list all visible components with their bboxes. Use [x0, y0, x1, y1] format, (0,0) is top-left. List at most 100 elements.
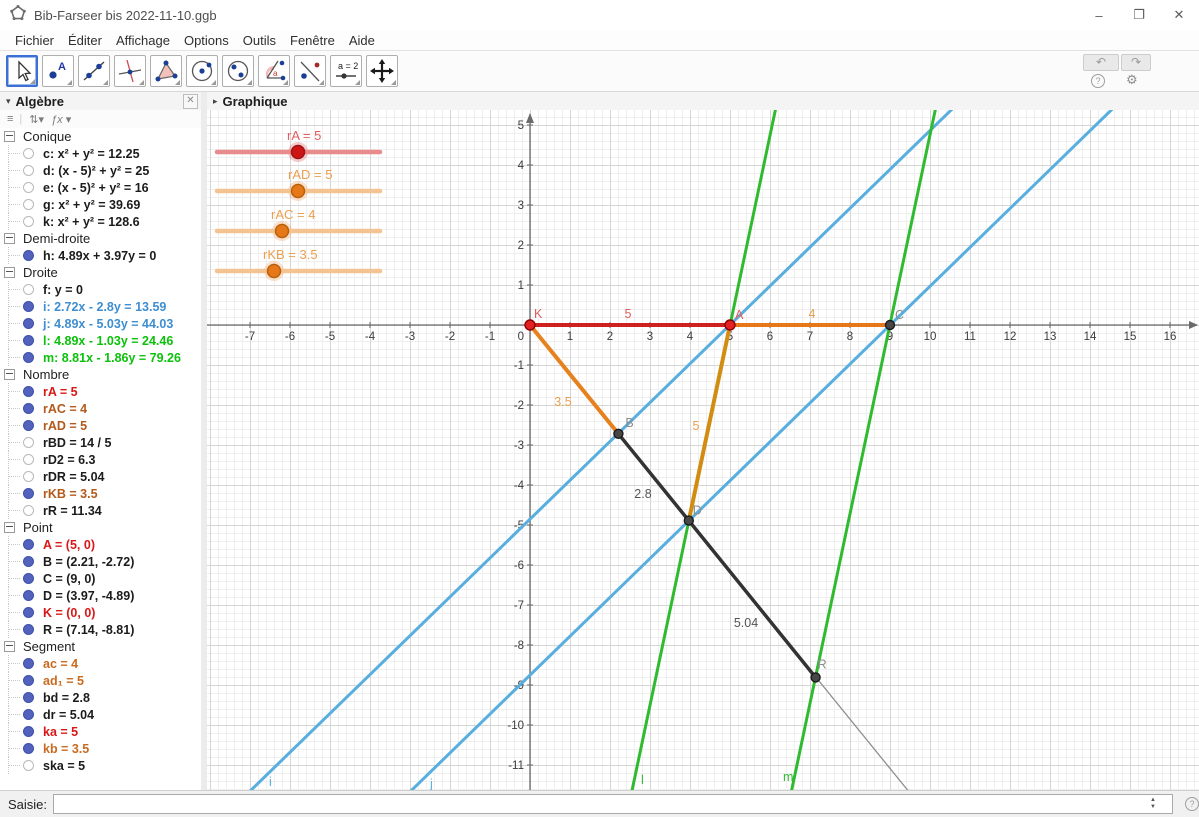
- input-help-icon[interactable]: ?: [1185, 797, 1199, 811]
- visibility-marble[interactable]: [23, 539, 34, 550]
- tool-dropdown-icon[interactable]: [391, 80, 396, 85]
- close-algebra-icon[interactable]: ✕: [183, 94, 198, 109]
- visibility-marble[interactable]: [23, 624, 34, 635]
- visibility-marble[interactable]: [23, 760, 34, 771]
- collapse-section-icon[interactable]: [4, 233, 15, 244]
- menu-fenêtre[interactable]: Fenêtre: [283, 33, 342, 48]
- algebra-item[interactable]: B = (2.21, -2.72): [0, 553, 201, 570]
- help-icon[interactable]: ?: [1091, 74, 1105, 88]
- algebra-item[interactable]: h: 4.89x + 3.97y = 0: [0, 247, 201, 264]
- move-tool[interactable]: [6, 55, 38, 87]
- algebra-item[interactable]: rR = 11.34: [0, 502, 201, 519]
- algebra-item[interactable]: f: y = 0: [0, 281, 201, 298]
- algebra-section-segment[interactable]: Segment: [0, 638, 201, 655]
- visibility-marble[interactable]: [23, 148, 34, 159]
- polygon-tool[interactable]: [150, 55, 182, 87]
- fx-icon[interactable]: ƒx ▾: [51, 113, 71, 126]
- algebra-item[interactable]: e: (x - 5)² + y² = 16: [0, 179, 201, 196]
- move-graphics-tool[interactable]: [366, 55, 398, 87]
- algebra-item[interactable]: C = (9, 0): [0, 570, 201, 587]
- algebra-item[interactable]: ad₁ = 5: [0, 672, 201, 689]
- visibility-marble[interactable]: [23, 335, 34, 346]
- visibility-marble[interactable]: [23, 556, 34, 567]
- visibility-marble[interactable]: [23, 386, 34, 397]
- visibility-marble[interactable]: [23, 216, 34, 227]
- visibility-marble[interactable]: [23, 726, 34, 737]
- visibility-marble[interactable]: [23, 301, 34, 312]
- slider-handle[interactable]: [266, 263, 282, 279]
- algebra-item[interactable]: rAD = 5: [0, 417, 201, 434]
- tool-dropdown-icon[interactable]: [139, 80, 144, 85]
- algebra-item[interactable]: rA = 5: [0, 383, 201, 400]
- algebra-item[interactable]: rD2 = 6.3: [0, 451, 201, 468]
- tool-dropdown-icon[interactable]: [319, 80, 324, 85]
- input-stepper[interactable]: ▲ ▼: [1147, 796, 1159, 812]
- algebra-item[interactable]: m: 8.81x - 1.86y = 79.26: [0, 349, 201, 366]
- command-input[interactable]: [53, 794, 1174, 814]
- minimize-button[interactable]: –: [1079, 0, 1119, 30]
- slider-handle[interactable]: [290, 183, 306, 199]
- point-C[interactable]: [884, 319, 896, 331]
- algebra-section-droite[interactable]: Droite: [0, 264, 201, 281]
- visibility-marble[interactable]: [23, 250, 34, 261]
- undo-button[interactable]: ↶: [1083, 54, 1119, 71]
- visibility-marble[interactable]: [23, 403, 34, 414]
- algebra-item[interactable]: ac = 4: [0, 655, 201, 672]
- visibility-marble[interactable]: [23, 505, 34, 516]
- collapse-section-icon[interactable]: [4, 267, 15, 278]
- algebra-item[interactable]: ka = 5: [0, 723, 201, 740]
- graphics-canvas[interactable]: -7 -6 -5 -4 -3 -2 -1 1 2 3 4 5 6 7 8 9 10 11 12 13 14 15 16 -11…: [207, 110, 1199, 790]
- collapse-section-icon[interactable]: [4, 369, 15, 380]
- visibility-marble[interactable]: [23, 573, 34, 584]
- algebra-section-nombre[interactable]: Nombre: [0, 366, 201, 383]
- close-button[interactable]: ✕: [1159, 0, 1199, 30]
- menu-options[interactable]: Options: [177, 33, 236, 48]
- algebra-item[interactable]: i: 2.72x - 2.8y = 13.59: [0, 298, 201, 315]
- point-A[interactable]: [724, 319, 736, 331]
- algebra-section-point[interactable]: Point: [0, 519, 201, 536]
- visibility-marble[interactable]: [23, 420, 34, 431]
- algebra-item[interactable]: ska = 5: [0, 757, 201, 774]
- graph-svg[interactable]: -7 -6 -5 -4 -3 -2 -1 1 2 3 4 5 6 7 8 9 10 11 12 13 14 15 16-11…: [207, 110, 1199, 790]
- algebra-section-demi-droite[interactable]: Demi-droite: [0, 230, 201, 247]
- tool-dropdown-icon[interactable]: [283, 80, 288, 85]
- collapse-graphics-icon[interactable]: ▸: [213, 96, 218, 107]
- algebra-item[interactable]: rBD = 14 / 5: [0, 434, 201, 451]
- menu-outils[interactable]: Outils: [236, 33, 283, 48]
- collapse-section-icon[interactable]: [4, 641, 15, 652]
- visibility-marble[interactable]: [23, 709, 34, 720]
- algebra-item[interactable]: dr = 5.04: [0, 706, 201, 723]
- segment-kb[interactable]: [528, 323, 621, 436]
- slider-tool[interactable]: a = 2: [330, 55, 362, 87]
- slider-handle[interactable]: [274, 223, 290, 239]
- collapse-section-icon[interactable]: [4, 522, 15, 533]
- segment-dr[interactable]: [687, 518, 818, 680]
- point-K[interactable]: [524, 319, 536, 331]
- collapse-algebra-icon[interactable]: ▾: [6, 96, 11, 107]
- visibility-marble[interactable]: [23, 471, 34, 482]
- algebra-item[interactable]: rDR = 5.04: [0, 468, 201, 485]
- algebra-item[interactable]: D = (3.97, -4.89): [0, 587, 201, 604]
- algebra-item[interactable]: R = (7.14, -8.81): [0, 621, 201, 638]
- visibility-marble[interactable]: [23, 318, 34, 329]
- tool-dropdown-icon[interactable]: [211, 80, 216, 85]
- gear-icon[interactable]: ⚙: [1126, 72, 1138, 88]
- algebra-section-conique[interactable]: Conique: [0, 128, 201, 145]
- tool-dropdown-icon[interactable]: [175, 80, 180, 85]
- visibility-marble[interactable]: [23, 182, 34, 193]
- visibility-marble[interactable]: [23, 284, 34, 295]
- visibility-marble[interactable]: [23, 675, 34, 686]
- visibility-marble[interactable]: [23, 454, 34, 465]
- visibility-marble[interactable]: [23, 743, 34, 754]
- conic-tool[interactable]: [222, 55, 254, 87]
- ray-h[interactable]: [529, 324, 1054, 790]
- visibility-marble[interactable]: [23, 607, 34, 618]
- auxiliary-objects-icon[interactable]: ≡: [7, 113, 13, 125]
- redo-button[interactable]: ↷: [1121, 54, 1151, 71]
- visibility-marble[interactable]: [23, 692, 34, 703]
- visibility-marble[interactable]: [23, 352, 34, 363]
- menu-fichier[interactable]: Fichier: [8, 33, 61, 48]
- circle-tool[interactable]: [186, 55, 218, 87]
- sort-objects-icon[interactable]: ⇅▾: [29, 113, 44, 126]
- visibility-marble[interactable]: [23, 658, 34, 669]
